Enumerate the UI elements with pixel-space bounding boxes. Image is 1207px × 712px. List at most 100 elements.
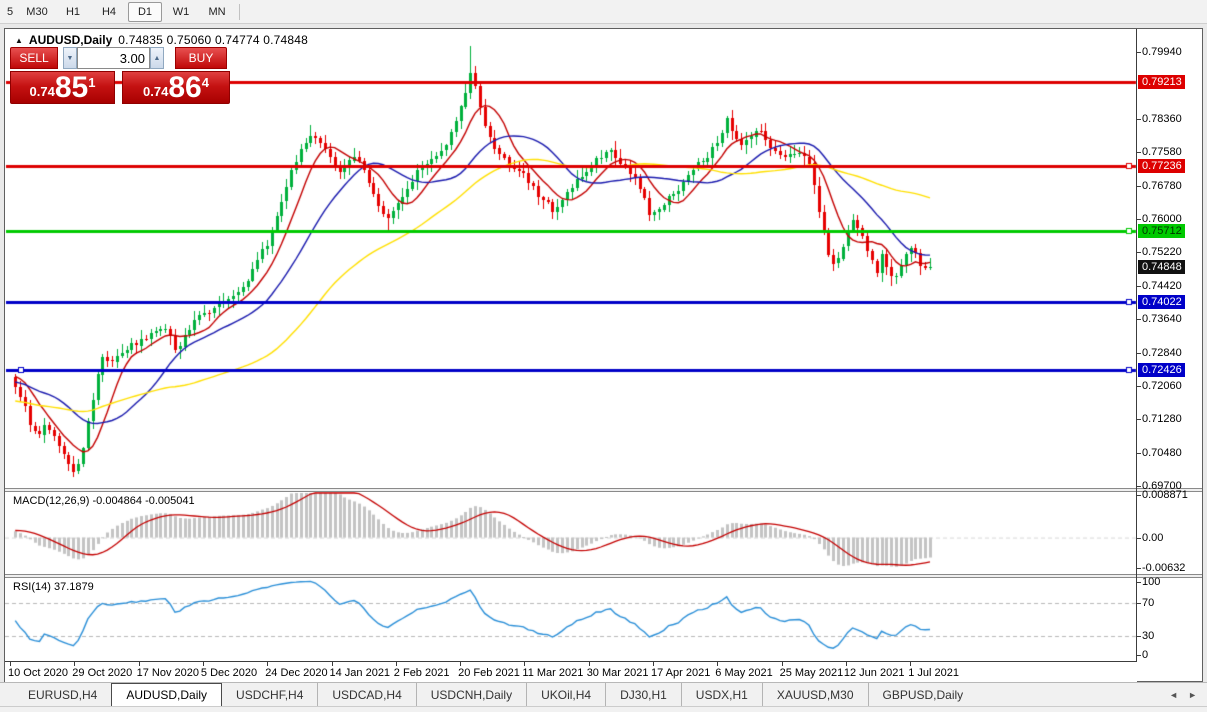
rsi-axis-label: 70 [1142, 597, 1154, 609]
status-strip [0, 706, 1207, 712]
timeframe-button[interactable]: W1 [164, 2, 198, 22]
timeframe-label: H1 [66, 6, 80, 18]
toolbar-separator [239, 4, 240, 20]
buy-label: BUY [189, 51, 214, 65]
x-axis-label: 12 Jun 2021 [844, 667, 905, 679]
timeframe-button[interactable]: H4 [92, 2, 126, 22]
x-axis-label: 11 Mar 2021 [522, 667, 583, 679]
current-price-label: 0.74848 [1138, 260, 1185, 274]
chart-tab-label: EURUSD,H4 [28, 688, 97, 702]
spinner-up-icon: ▲ [154, 55, 161, 62]
hline-price-label: 0.75712 [1138, 224, 1185, 238]
volume-increase-button[interactable]: ▲ [150, 47, 164, 69]
rsi-axis-label: 100 [1142, 576, 1160, 588]
chart-tab[interactable]: AUDUSD,Daily [111, 683, 222, 706]
chart-tab-label: UKOil,H4 [541, 688, 591, 702]
x-axis-label: 17 Apr 2021 [651, 667, 710, 679]
rsi-value: 37.1879 [54, 581, 94, 593]
symbol-timeframe: AUDUSD,Daily [29, 33, 112, 47]
chart-tab[interactable]: USDCHF,H4 [222, 683, 317, 706]
sell-price-display[interactable]: 0.74851 [10, 71, 115, 104]
rsi-axis-label: 30 [1142, 630, 1154, 642]
timeframe-button[interactable]: MN [200, 2, 234, 22]
macd-axis-label: 0.008871 [1142, 489, 1188, 501]
chart-tab-label: USDX,H1 [696, 688, 748, 702]
buy-price-base: 0.74 [143, 84, 168, 99]
low-value: 0.74774 [215, 33, 260, 47]
buy-price-display[interactable]: 0.74864 [122, 71, 230, 104]
buy-button[interactable]: BUY [175, 47, 227, 69]
macd-axis-label: -0.00632 [1142, 562, 1185, 574]
tab-scroll-right-icon[interactable]: ► [1188, 690, 1197, 700]
timeframe-button[interactable]: M30 [20, 2, 54, 22]
sell-price-pips: 85 [55, 73, 88, 103]
x-axis-label: 2 Feb 2021 [394, 667, 450, 679]
tab-scroll-controls: ◄ ► [1169, 683, 1207, 706]
y-axis-label: 0.71280 [1142, 413, 1182, 425]
close-value: 0.74848 [263, 33, 308, 47]
y-axis-label: 0.76000 [1142, 213, 1182, 225]
sell-price-point: 1 [88, 75, 95, 90]
chart-tab-bar: EURUSD,H4 AUDUSD,Daily USDCHF,H4 USDCAD,H4 U… [0, 682, 1207, 706]
y-axis-label: 0.74420 [1142, 280, 1182, 292]
tab-scroll-left-icon[interactable]: ◄ [1169, 690, 1178, 700]
time-axis[interactable]: 10 Oct 202029 Oct 202017 Nov 20205 Dec 2… [5, 661, 1137, 682]
x-axis-label: 6 May 2021 [715, 667, 772, 679]
chart-tab[interactable]: DJ30,H1 [605, 683, 681, 706]
x-axis-label: 10 Oct 2020 [8, 667, 68, 679]
buy-price-pips: 86 [168, 73, 201, 103]
rsi-label: RSI(14) 37.1879 [13, 581, 94, 593]
timeframe-label: M30 [26, 6, 47, 18]
chart-tab[interactable]: USDX,H1 [681, 683, 762, 706]
volume-decrease-button[interactable]: ▼ [63, 47, 77, 69]
x-axis-label: 29 Oct 2020 [72, 667, 132, 679]
chart-tab[interactable]: USDCNH,Daily [416, 683, 526, 706]
rsi-axis-label: 0 [1142, 649, 1148, 661]
x-axis-label: 20 Feb 2021 [458, 667, 520, 679]
hline-price-label: 0.74022 [1138, 295, 1185, 309]
macd-panel-separator[interactable] [5, 488, 1202, 492]
timeframe-button[interactable]: H1 [56, 2, 90, 22]
chart-tab[interactable]: UKOil,H4 [526, 683, 605, 706]
x-axis-label: 30 Mar 2021 [587, 667, 649, 679]
hline-price-label: 0.79213 [1138, 75, 1185, 89]
sell-label: SELL [19, 51, 48, 65]
hline-price-label: 0.72426 [1138, 363, 1185, 377]
timeframe-button[interactable]: D1 [128, 2, 162, 22]
chart-window: ▲ AUDUSD,Daily 0.74835 0.75060 0.74774 0… [4, 28, 1203, 682]
macd-axis-label: 0.00 [1142, 532, 1163, 544]
y-axis-label: 0.78360 [1142, 113, 1182, 125]
timeframe-button[interactable]: 5 [2, 2, 18, 22]
chart-tab[interactable]: USDCAD,H4 [317, 683, 415, 706]
chart-tab-label: AUDUSD,Daily [126, 688, 207, 702]
y-axis-label: 0.76780 [1142, 180, 1182, 192]
sell-button[interactable]: SELL [10, 47, 58, 69]
rsi-panel-canvas[interactable] [5, 578, 1137, 661]
x-axis-label: 24 Dec 2020 [265, 667, 327, 679]
macd-values: -0.004864 -0.005041 [92, 495, 194, 507]
y-axis-label: 0.72840 [1142, 347, 1182, 359]
chart-tab[interactable]: EURUSD,H4 [14, 683, 111, 706]
chart-tab-label: USDCNH,Daily [431, 688, 512, 702]
y-axis-label: 0.79940 [1142, 46, 1182, 58]
timeframe-label: MN [208, 6, 225, 18]
rsi-panel-separator[interactable] [5, 574, 1202, 578]
chart-title: ▲ AUDUSD,Daily 0.74835 0.75060 0.74774 0… [15, 33, 308, 47]
volume-input[interactable]: 3.00 [77, 47, 150, 69]
chart-tab[interactable]: XAUUSD,M30 [762, 683, 868, 706]
chart-tabs: EURUSD,H4 AUDUSD,Daily USDCHF,H4 USDCAD,H4 U… [0, 683, 977, 706]
y-axis-label: 0.75220 [1142, 246, 1182, 258]
timeframe-buttons: 5 M30 H1 H4D1W1 MN [0, 2, 235, 22]
y-axis-label: 0.77580 [1142, 146, 1182, 158]
chart-tab-label: XAUUSD,M30 [777, 688, 854, 702]
macd-label: MACD(12,26,9) -0.004864 -0.005041 [13, 495, 195, 507]
chart-tab-label: GBPUSD,Daily [883, 688, 964, 702]
chart-tab-label: USDCHF,H4 [236, 688, 303, 702]
collapse-icon[interactable]: ▲ [15, 36, 23, 45]
timeframe-toolbar: 5 M30 H1 H4D1W1 MN [0, 0, 1207, 24]
chart-tab[interactable]: GBPUSD,Daily [868, 683, 978, 706]
volume-value: 3.00 [120, 51, 145, 66]
chart-tab-label: USDCAD,H4 [332, 688, 401, 702]
chart-tab-label: DJ30,H1 [620, 688, 667, 702]
price-axis-line [1136, 29, 1137, 661]
